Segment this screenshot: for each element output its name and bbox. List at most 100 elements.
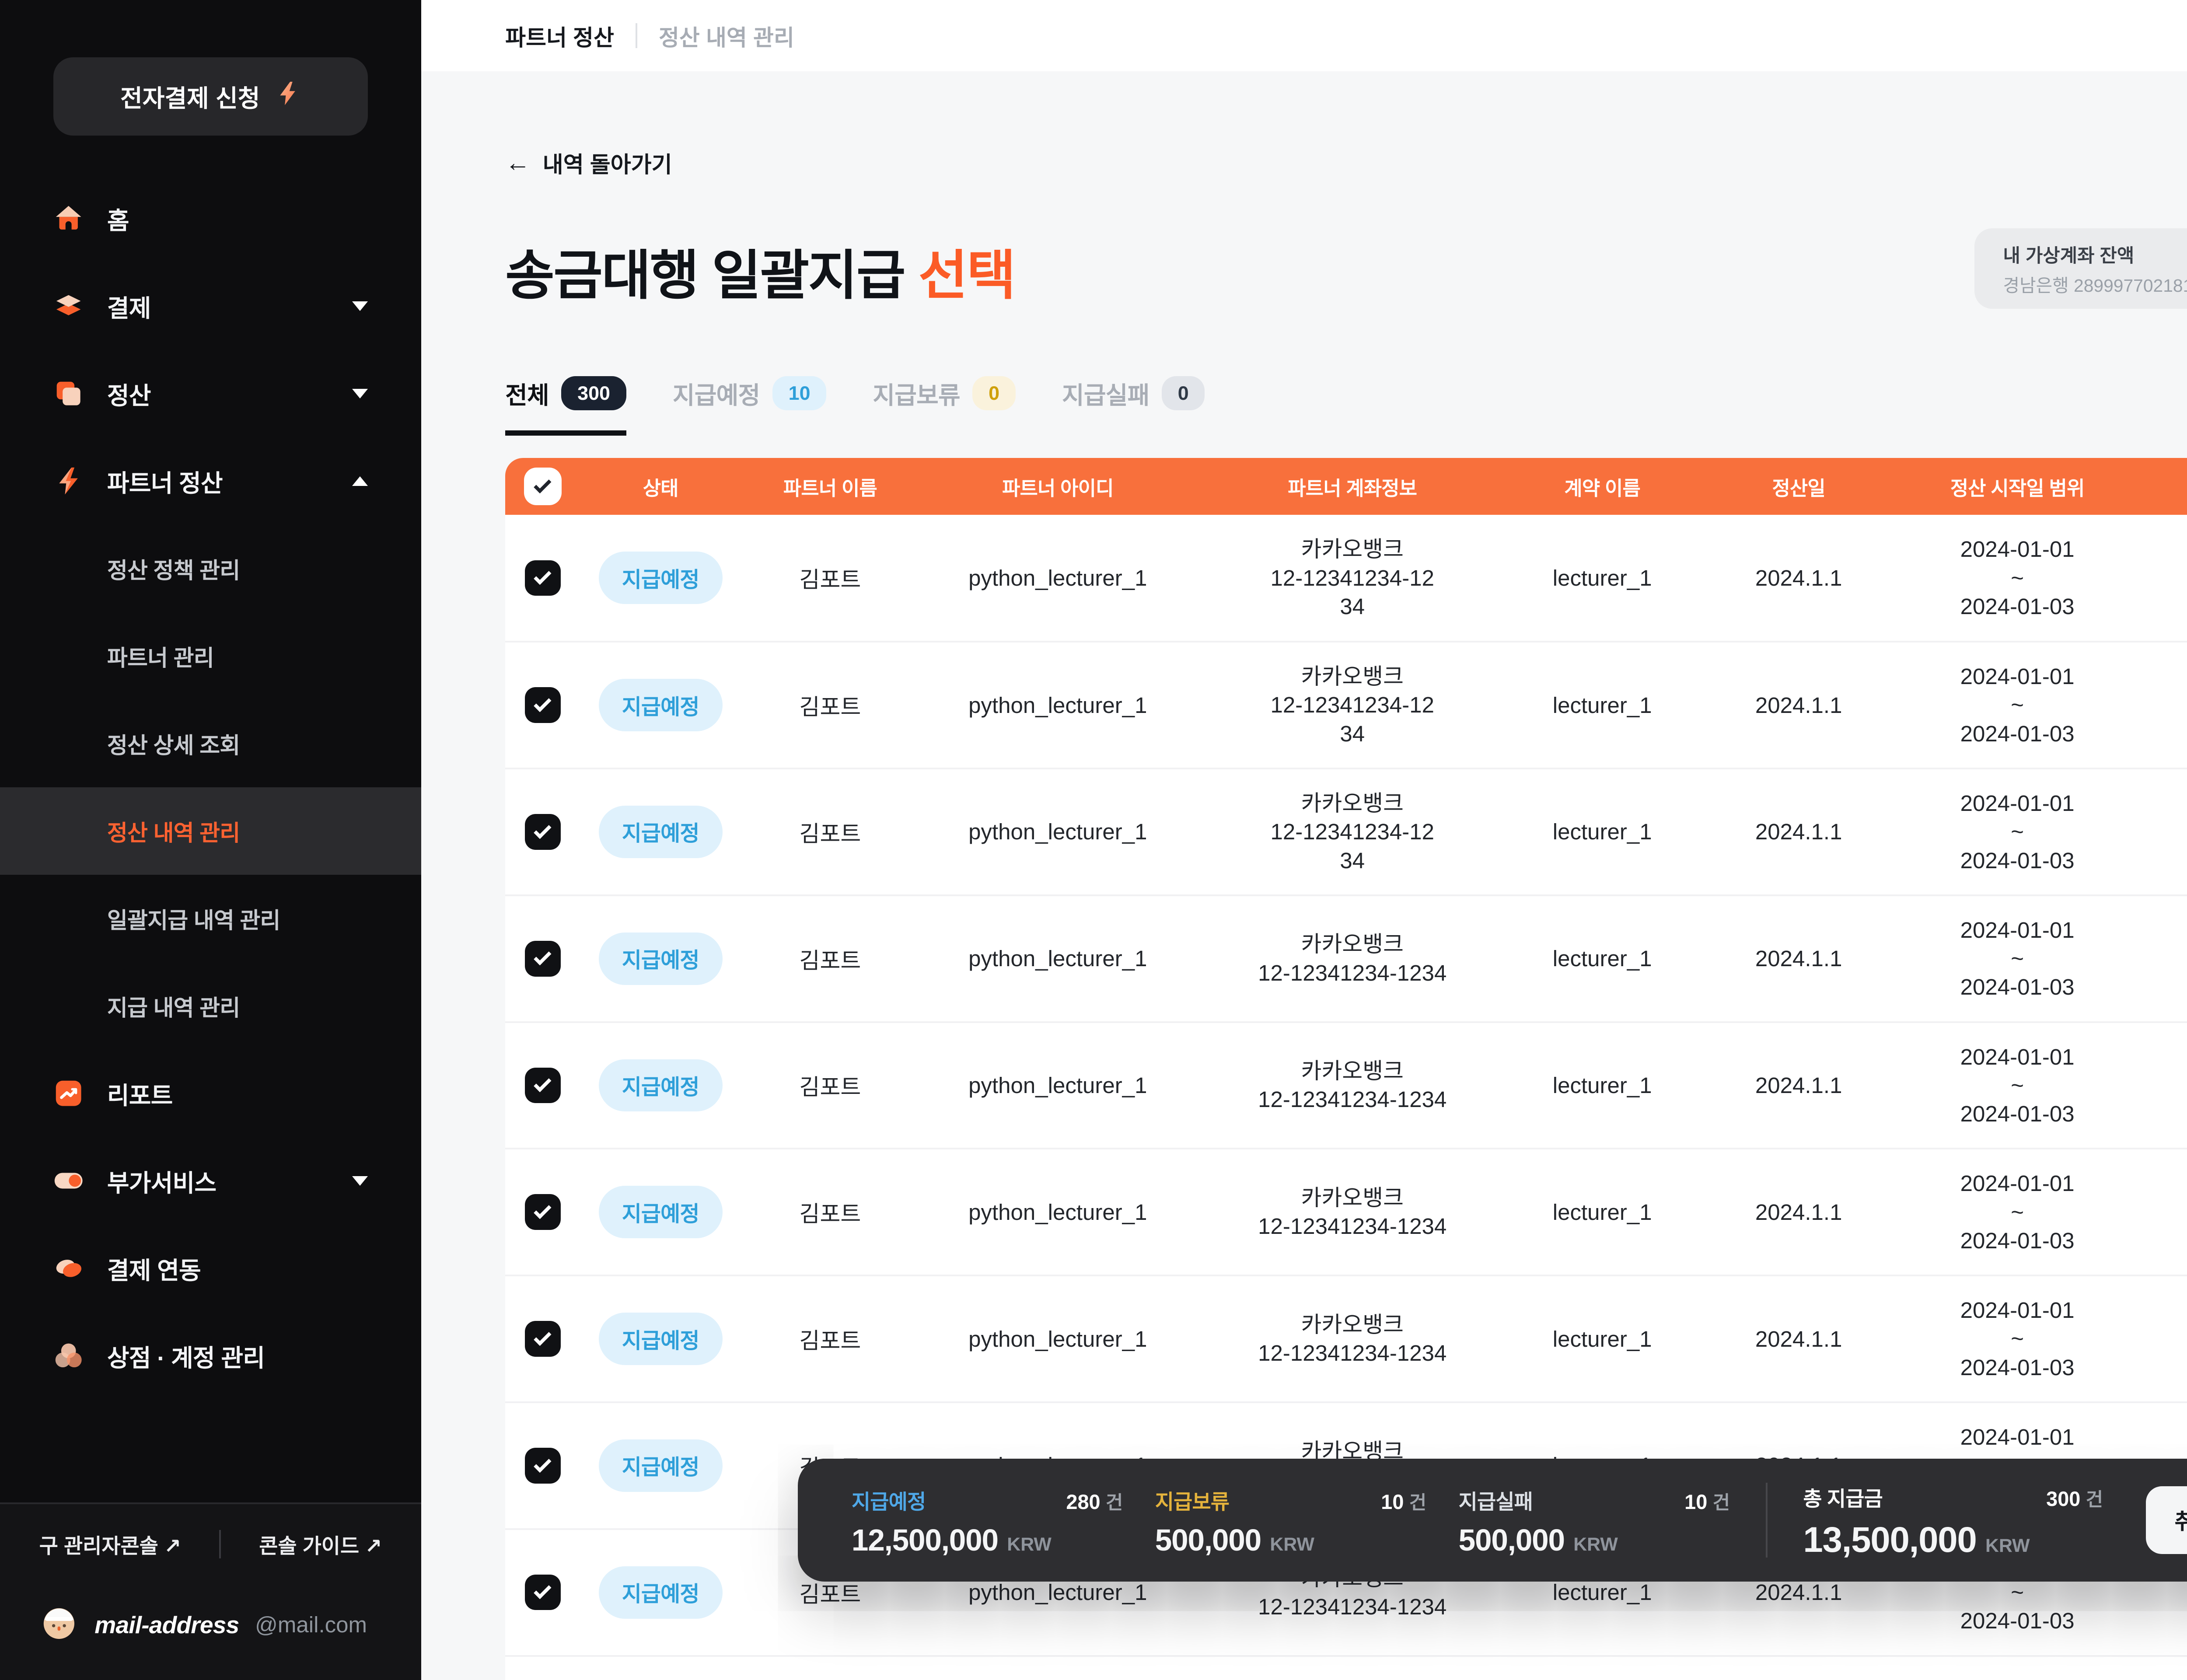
account-cell: 카카오뱅크12-12341234-1234 bbox=[1196, 642, 1509, 768]
balance-account: 경남은행 28999770218123 bbox=[2003, 271, 2187, 297]
status-cell: 지급예정 bbox=[580, 1529, 741, 1656]
sidebar-item-부가서비스[interactable]: 부가서비스 bbox=[0, 1137, 421, 1225]
status-cell: 지급예정 bbox=[580, 1275, 741, 1402]
footer-links-divider bbox=[219, 1530, 221, 1558]
check-icon bbox=[534, 948, 552, 965]
back-link[interactable]: ← 내역 돌아가기 bbox=[505, 147, 672, 179]
settlement-amount-cell: 158,000 bbox=[2133, 768, 2187, 895]
sidebar-subitem-파트너-관리[interactable]: 파트너 관리 bbox=[0, 612, 421, 700]
main-area: 파트너 정산 정산 내역 관리 ← 내역 돌아가기 송금대행 일괄지급 선택 내… bbox=[421, 0, 2187, 1680]
layers-icon bbox=[53, 291, 84, 321]
sidebar-item-label: 결제 연동 bbox=[107, 1251, 201, 1286]
partner-name-cell: 김포트 bbox=[741, 515, 919, 642]
status-cell: 지급예정 bbox=[580, 1402, 741, 1529]
check-icon bbox=[534, 821, 552, 839]
row-checkbox[interactable] bbox=[525, 941, 561, 977]
tab-지급실패[interactable]: 지급실패0 bbox=[1062, 376, 1205, 436]
select-all-checkbox[interactable] bbox=[524, 468, 562, 505]
tab-label: 지급보류 bbox=[873, 376, 960, 411]
column-header-정산일: 정산일 bbox=[1696, 458, 1901, 515]
settlement-range-cell: 2024-01-01~2024-01-03 bbox=[1901, 1656, 2134, 1680]
table-row: 지급예정김포트python_lecturer_1카카오뱅크12-12341234… bbox=[505, 642, 2187, 768]
bank-name: 카카오뱅크 bbox=[1196, 1184, 1509, 1212]
sidebar-item-결제[interactable]: 결제 bbox=[0, 262, 421, 350]
tab-count-badge: 10 bbox=[772, 376, 826, 410]
settlement-date-cell: 2024.1.1 bbox=[1696, 1275, 1901, 1402]
sidebar-subitem-정산-상세-조회[interactable]: 정산 상세 조회 bbox=[0, 700, 421, 787]
tab-label: 전체 bbox=[505, 376, 549, 411]
home-icon bbox=[53, 203, 84, 234]
contract-name-cell: lecturer_1 bbox=[1509, 1149, 1696, 1275]
sidebar-subitem-label: 지급 내역 관리 bbox=[107, 990, 240, 1022]
sidebar-user: mail-address @mail.com bbox=[28, 1602, 393, 1648]
row-checkbox[interactable] bbox=[525, 560, 561, 596]
apply-epay-button[interactable]: 전자결제 신청 bbox=[53, 57, 367, 136]
row-checkbox[interactable] bbox=[525, 814, 561, 850]
footer-link-1[interactable]: 콘솔 가이드 ↗ bbox=[259, 1530, 382, 1559]
summary-stat-총-지급금: 총 지급금300건13,500,000KRW bbox=[1803, 1480, 2103, 1561]
summary-stat-amount: 500,000 bbox=[1155, 1523, 1261, 1558]
sidebar-subitem-정산-내역-관리[interactable]: 정산 내역 관리 bbox=[0, 787, 421, 875]
balance-info: 내 가상계좌 잔액 경남은행 28999770218123 bbox=[2003, 241, 2187, 297]
status-badge: 지급예정 bbox=[599, 552, 723, 604]
sidebar-menu-bottom: 리포트부가서비스결제 연동상점 · 계정 관리 bbox=[0, 1050, 421, 1400]
row-checkbox[interactable] bbox=[525, 1448, 561, 1484]
bank-name: 카카오뱅크 bbox=[1196, 1310, 1509, 1339]
partner-id-cell: python_lecturer_1 bbox=[919, 895, 1196, 1022]
avatar bbox=[39, 1602, 79, 1648]
page-title-accent: 선택 bbox=[919, 245, 1015, 305]
tab-지급예정[interactable]: 지급예정 10 bbox=[673, 376, 826, 436]
summary-stat-지급실패: 지급실패10건500,000KRW bbox=[1459, 1483, 1730, 1558]
breadcrumb-page[interactable]: 정산 내역 관리 bbox=[659, 20, 794, 52]
tab-지급보류[interactable]: 지급보류 0 bbox=[873, 376, 1015, 436]
status-cell: 지급예정 bbox=[580, 1149, 741, 1275]
sidebar-subitem-정산-정책-관리[interactable]: 정산 정책 관리 bbox=[0, 525, 421, 612]
status-badge: 지급예정 bbox=[599, 933, 723, 985]
sidebar-item-label: 결제 bbox=[107, 289, 151, 324]
back-arrow-icon: ← bbox=[505, 148, 530, 177]
sidebar-item-label: 정산 bbox=[107, 376, 151, 411]
chevron-down-icon bbox=[352, 301, 368, 311]
status-badge: 지급예정 bbox=[599, 1059, 723, 1112]
sidebar-item-정산[interactable]: 정산 bbox=[0, 350, 421, 437]
sidebar-item-파트너-정산[interactable]: 파트너 정산 bbox=[0, 437, 421, 525]
tab-전체[interactable]: 전체300 bbox=[505, 376, 626, 436]
row-checkbox[interactable] bbox=[525, 1194, 561, 1230]
footer-link-0[interactable]: 구 관리자콘솔 ↗ bbox=[39, 1530, 181, 1559]
app: 전자결제 신청 홈결제정산파트너 정산 정산 정책 관리파트너 관리정산 상세 … bbox=[0, 0, 2187, 1680]
partner-name-cell: 김포트 bbox=[741, 642, 919, 768]
lightning-icon bbox=[274, 80, 301, 112]
settlement-amount-cell: 158,000 bbox=[2133, 642, 2187, 768]
row-checkbox[interactable] bbox=[525, 1575, 561, 1610]
cancel-button[interactable]: 취소 bbox=[2146, 1486, 2187, 1554]
sidebar-item-홈[interactable]: 홈 bbox=[0, 175, 421, 262]
breadcrumb-section[interactable]: 파트너 정산 bbox=[505, 20, 614, 52]
summary-stat-label: 지급보류 bbox=[1155, 1485, 1229, 1515]
tab-count-badge: 0 bbox=[972, 376, 1015, 410]
sidebar-item-결제-연동[interactable]: 결제 연동 bbox=[0, 1225, 421, 1312]
settlement-range-cell: 2024-01-01~2024-01-03 bbox=[1901, 1149, 2134, 1275]
row-checkbox[interactable] bbox=[525, 687, 561, 723]
column-header-계약-이름: 계약 이름 bbox=[1509, 458, 1696, 515]
account-cell: 카카오뱅크12-12341234-1234 bbox=[1196, 895, 1509, 1022]
partner-name-cell: 김포트 bbox=[741, 1022, 919, 1149]
status-cell: 지급예정 bbox=[580, 895, 741, 1022]
sidebar-footer: 구 관리자콘솔 ↗ 콘솔 가이드 ↗ mail-address @mail.com bbox=[0, 1502, 421, 1680]
check-icon bbox=[534, 1201, 552, 1219]
sidebar-subitem-일괄지급-내역-관리[interactable]: 일괄지급 내역 관리 bbox=[0, 875, 421, 962]
sidebar-subitem-지급-내역-관리[interactable]: 지급 내역 관리 bbox=[0, 962, 421, 1050]
tab-label: 지급예정 bbox=[673, 376, 760, 411]
account-number: 12-12341234-1234 bbox=[1258, 1212, 1446, 1240]
sidebar-subitem-label: 정산 내역 관리 bbox=[107, 815, 240, 847]
account-cell: 카카오뱅크12-12341234-1234 bbox=[1196, 768, 1509, 895]
check-icon bbox=[534, 1328, 552, 1346]
settlement-range-cell: 2024-01-01~2024-01-03 bbox=[1901, 1275, 2134, 1402]
sidebar-item-상점-계정-관리[interactable]: 상점 · 계정 관리 bbox=[0, 1312, 421, 1400]
breadcrumb: 파트너 정산 정산 내역 관리 bbox=[421, 0, 2187, 71]
sidebar-item-리포트[interactable]: 리포트 bbox=[0, 1050, 421, 1137]
chevron-down-icon bbox=[352, 389, 368, 398]
row-checkbox[interactable] bbox=[525, 1068, 561, 1104]
summary-stat-지급예정: 지급예정280건12,500,000KRW bbox=[852, 1483, 1123, 1558]
row-checkbox[interactable] bbox=[525, 1321, 561, 1357]
column-header-상태: 상태 bbox=[580, 458, 741, 515]
